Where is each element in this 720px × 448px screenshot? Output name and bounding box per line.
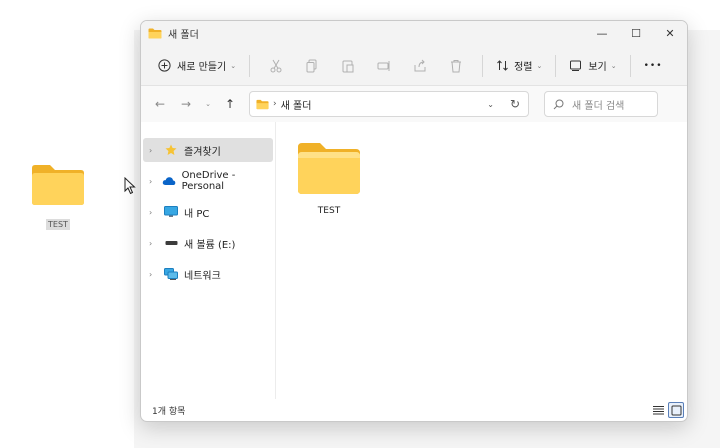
view-button[interactable]: 보기 ⌄	[564, 52, 621, 80]
copy-icon	[306, 59, 317, 72]
large-icons-view-button[interactable]	[668, 402, 684, 418]
title-bar[interactable]: 새 폴더 — ☐ ✕	[141, 21, 687, 46]
navigation-pane: › 즐겨찾기 › OneDrive - Personal › 내 PC › 새 …	[141, 122, 276, 399]
toolbar-divider	[629, 54, 631, 77]
sidebar-item-this-pc[interactable]: › 내 PC	[143, 200, 273, 224]
maximize-button[interactable]: ☐	[619, 21, 653, 46]
toolbar-divider	[249, 54, 251, 77]
chevron-down-icon: ⌄	[536, 61, 543, 70]
explorer-body: › 즐겨찾기 › OneDrive - Personal › 내 PC › 새 …	[141, 122, 687, 399]
window-title: 새 폴더	[168, 30, 199, 41]
breadcrumb-current-folder[interactable]: 새 폴더	[281, 97, 312, 112]
breadcrumb-separator-icon: ›	[273, 99, 277, 109]
cloud-icon	[162, 174, 177, 188]
delete-button[interactable]	[441, 52, 471, 80]
share-button[interactable]	[405, 52, 435, 80]
folder-icon	[256, 99, 269, 109]
sidebar-item-label: 즐겨찾기	[184, 146, 221, 158]
chevron-down-icon: ⌄	[230, 61, 237, 70]
search-input[interactable]: 새 폴더 검색	[544, 91, 658, 117]
desktop-folder-icon[interactable]	[30, 162, 86, 208]
expand-chevron-icon[interactable]: ›	[149, 208, 163, 217]
chevron-down-icon: ⌄	[610, 61, 617, 70]
back-button[interactable]: ←	[149, 92, 171, 116]
rename-button[interactable]	[369, 52, 399, 80]
sort-icon	[497, 60, 508, 71]
address-history-dropdown[interactable]: ⌄	[487, 100, 494, 109]
scissors-icon	[270, 59, 282, 72]
file-explorer-window: 새 폴더 — ☐ ✕ 새로 만들기 ⌄ 정렬 ⌄ 보기 ⌄ ••• ← → ⌄ …	[140, 20, 688, 422]
forward-button[interactable]: →	[175, 92, 197, 116]
sidebar-item-favorites[interactable]: › 즐겨찾기	[143, 138, 273, 162]
folder-item-name: TEST	[317, 206, 341, 216]
network-icon	[163, 267, 179, 281]
file-list-pane[interactable]: TEST	[276, 122, 687, 399]
toolbar-divider	[555, 54, 557, 77]
sidebar-item-volume-e[interactable]: › 새 볼륨 (E:)	[143, 231, 273, 255]
view-icon	[570, 60, 582, 71]
star-icon	[163, 143, 179, 157]
new-button-label: 새로 만들기	[177, 62, 227, 73]
expand-chevron-icon[interactable]: ›	[149, 239, 163, 248]
refresh-button[interactable]: ↻	[504, 93, 526, 115]
plus-circle-icon	[158, 59, 171, 72]
list-icon	[652, 406, 664, 415]
sidebar-item-network[interactable]: › 네트워크	[143, 262, 273, 286]
drive-icon	[163, 236, 179, 250]
item-count: 1개 항목	[152, 406, 186, 417]
copy-button[interactable]	[297, 52, 327, 80]
sidebar-item-label: OneDrive - Personal	[181, 170, 236, 192]
rename-icon	[377, 60, 390, 71]
tiles-icon	[671, 405, 681, 415]
new-button[interactable]: 새로 만들기 ⌄	[153, 52, 241, 80]
sort-button-label: 정렬	[514, 62, 533, 73]
expand-chevron-icon[interactable]: ›	[149, 270, 163, 279]
close-button[interactable]: ✕	[653, 21, 687, 46]
more-options-button[interactable]: •••	[639, 52, 668, 80]
search-placeholder: 새 폴더 검색	[572, 100, 625, 112]
command-bar: 새로 만들기 ⌄ 정렬 ⌄ 보기 ⌄ •••	[141, 46, 687, 86]
recent-locations-button[interactable]: ⌄	[201, 92, 215, 116]
sidebar-item-label: 내 PC	[184, 208, 210, 220]
cut-button[interactable]	[261, 52, 291, 80]
folder-icon	[298, 143, 360, 194]
view-button-label: 보기	[588, 62, 607, 73]
sort-button[interactable]: 정렬 ⌄	[491, 52, 547, 80]
monitor-icon	[163, 205, 179, 219]
folder-item[interactable]: TEST	[292, 140, 366, 216]
share-icon	[414, 59, 426, 71]
details-view-button[interactable]	[650, 402, 666, 418]
paste-button[interactable]	[333, 52, 363, 80]
address-bar[interactable]: › 새 폴더 ⌄ ↻	[249, 91, 529, 117]
folder-icon	[148, 28, 162, 39]
minimize-button[interactable]: —	[585, 21, 619, 46]
navigation-bar: ← → ⌄ ↑ › 새 폴더 ⌄ ↻ 새 폴더 검색	[141, 86, 687, 122]
desktop-folder-label[interactable]: TEST	[46, 219, 70, 230]
trash-icon	[451, 59, 462, 72]
window-controls: — ☐ ✕	[585, 21, 687, 46]
toolbar-divider	[482, 54, 484, 77]
expand-chevron-icon[interactable]: ›	[149, 146, 163, 155]
clipboard-icon	[342, 60, 354, 72]
up-button[interactable]: ↑	[219, 92, 241, 116]
layout-switcher	[648, 402, 684, 418]
sidebar-item-onedrive[interactable]: › OneDrive - Personal	[143, 169, 273, 193]
expand-chevron-icon[interactable]: ›	[149, 177, 162, 186]
sidebar-item-label: 새 볼륨 (E:)	[184, 239, 236, 251]
mouse-cursor-icon	[124, 177, 136, 195]
status-bar: 1개 항목	[141, 399, 687, 421]
search-icon	[553, 99, 564, 109]
sidebar-item-label: 네트워크	[184, 270, 221, 282]
